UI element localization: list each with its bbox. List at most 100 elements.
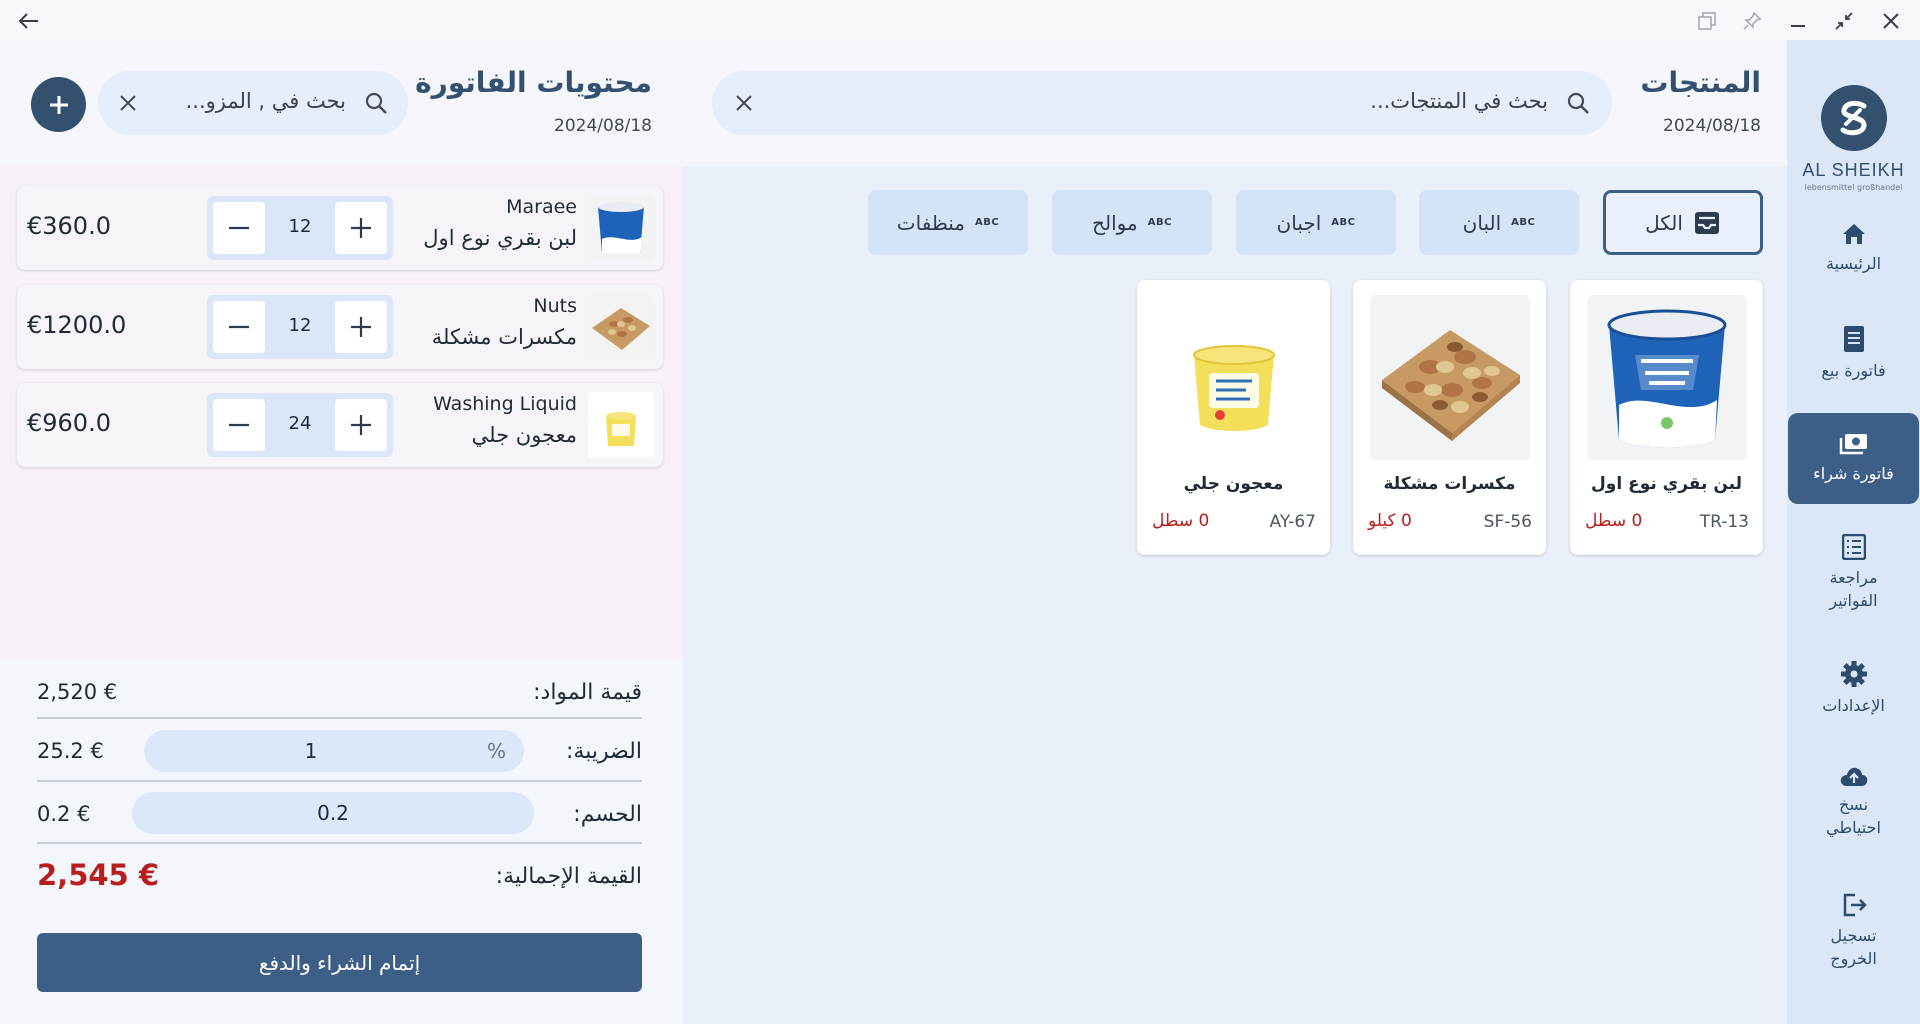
invoice-line-item: €360.0 12 Maraee لبن بقري نوع اول <box>17 186 663 270</box>
increment-button[interactable] <box>335 399 387 451</box>
line-item-thumbnail <box>588 195 654 261</box>
category-chip-dairy[interactable]: ABC البان <box>1419 190 1579 255</box>
pin-icon[interactable] <box>1737 6 1767 36</box>
clear-search-icon[interactable] <box>728 87 760 119</box>
abc-icon: ABC <box>1147 217 1172 228</box>
back-arrow-icon[interactable] <box>14 6 44 36</box>
category-chip-label: موالح <box>1092 210 1138 235</box>
category-chip-cheese[interactable]: ABC اجبان <box>1236 190 1396 255</box>
abc-icon: ABC <box>1331 217 1356 228</box>
search-icon[interactable] <box>1562 87 1594 119</box>
line-item-name-en: Washing Liquid <box>433 393 577 415</box>
products-pane: المنتجات 2024/08/18 بحث في المنتجات... ا… <box>683 40 1787 1024</box>
sidebar-item-logout[interactable]: تسجيل الخروج <box>1787 892 1920 970</box>
sidebar-item-label: فاتورة شراء <box>1813 464 1894 483</box>
sidebar-item-label: الإعدادات <box>1822 696 1885 715</box>
quantity-stepper: 24 <box>207 393 393 457</box>
plus-icon <box>351 415 371 435</box>
materials-value: 2,520 € <box>37 680 118 704</box>
quantity-stepper: 12 <box>207 295 393 359</box>
search-icon[interactable] <box>360 87 392 119</box>
product-card[interactable]: لبن بقري نوع اول TR-13 0 سطل <box>1570 280 1763 555</box>
total-row: القيمة الإجمالية: 2,545 € <box>37 844 642 906</box>
window-titlebar <box>0 0 1920 40</box>
category-chip-cleaners[interactable]: ABC منظفات <box>868 190 1028 255</box>
products-header: المنتجات 2024/08/18 بحث في المنتجات... <box>683 40 1787 166</box>
inbox-icon <box>1694 211 1719 234</box>
decrement-button[interactable] <box>213 202 265 254</box>
tax-value: 25.2 € <box>37 739 104 763</box>
discount-row: الحسم: 0.2 0.2 € <box>37 782 642 844</box>
sidebar-item-backup[interactable]: نسخ احتياطي <box>1787 765 1920 839</box>
sidebar-item-settings[interactable]: الإعدادات <box>1787 660 1920 717</box>
decrement-button[interactable] <box>213 301 265 353</box>
product-image-yogurt <box>1587 295 1747 460</box>
category-chip-label: الكل <box>1645 210 1683 235</box>
minus-icon <box>229 226 249 230</box>
quantity-value[interactable]: 12 <box>265 315 335 336</box>
quantity-value[interactable]: 24 <box>265 413 335 434</box>
sidebar-item-label: نسخ احتياطي <box>1826 795 1881 837</box>
sidebar-item-purchase-invoice[interactable]: فاتورة شراء <box>1788 413 1919 504</box>
list-icon <box>1841 534 1866 560</box>
sidebar-item-label: فاتورة بيع <box>1821 361 1886 380</box>
line-item-name-en: Nuts <box>533 295 577 317</box>
products-search-bar[interactable]: بحث في المنتجات... <box>712 71 1612 135</box>
sidebar-item-sales-invoice[interactable]: فاتورة بيع <box>1787 325 1920 382</box>
invoice-search-input[interactable]: بحث في , المزو... <box>166 89 346 113</box>
window-restore-icon[interactable] <box>1692 6 1722 36</box>
close-icon[interactable] <box>1876 6 1906 36</box>
increment-button[interactable] <box>335 202 387 254</box>
checkout-button[interactable]: إتمام الشراء والدفع <box>37 933 642 992</box>
category-chip-snacks[interactable]: ABC موالح <box>1052 190 1212 255</box>
minimize-icon[interactable] <box>1783 6 1813 36</box>
product-card[interactable]: مكسرات مشكلة SF-56 0 كيلو <box>1353 280 1546 555</box>
line-item-thumbnail <box>588 294 654 360</box>
invoice-line-item: €1200.0 12 Nuts مكسرات مشكلة <box>17 285 663 369</box>
increment-button[interactable] <box>335 301 387 353</box>
compact-icon[interactable] <box>1829 6 1859 36</box>
category-chip-all[interactable]: الكل <box>1603 190 1763 255</box>
logout-icon <box>1843 893 1867 917</box>
category-chip-label: البان <box>1462 210 1502 235</box>
products-date: 2024/08/18 <box>1663 116 1761 136</box>
invoice-search-bar[interactable]: بحث في , المزو... <box>98 71 408 135</box>
discount-input-value: 0.2 <box>317 801 349 825</box>
category-chip-label: منظفات <box>896 210 965 235</box>
sidebar-item-label: الرئيسية <box>1825 254 1882 273</box>
invoice-line-item: €960.0 24 Washing Liquid معجون جلي <box>17 383 663 467</box>
line-item-price: €360.0 <box>27 212 111 240</box>
discount-value: 0.2 € <box>37 802 91 826</box>
clear-search-icon[interactable] <box>112 87 144 119</box>
cash-icon <box>1839 434 1867 455</box>
products-search-input[interactable]: بحث في المنتجات... <box>1048 89 1548 113</box>
product-card[interactable]: معجون جلي AY-67 0 سطل <box>1137 280 1330 555</box>
line-item-name-en: Maraee <box>506 196 577 218</box>
tax-input-value: 1 <box>304 739 318 763</box>
sidebar-item-label: تسجيل الخروج <box>1830 926 1877 968</box>
decrement-button[interactable] <box>213 399 265 451</box>
quantity-value[interactable]: 12 <box>265 216 335 237</box>
invoice-title: محتويات الفاتورة <box>415 66 652 99</box>
sidebar-item-home[interactable]: الرئيسية <box>1787 222 1920 275</box>
tax-input[interactable]: 1 % <box>144 730 524 772</box>
discount-input[interactable]: 0.2 <box>132 792 534 834</box>
plus-icon <box>351 317 371 337</box>
materials-label: قيمة المواد: <box>533 680 642 705</box>
materials-row: قيمة المواد: 2,520 € <box>37 660 642 719</box>
total-label: القيمة الإجمالية: <box>495 864 642 889</box>
line-item-name-ar: لبن بقري نوع اول <box>423 226 577 250</box>
line-item-thumbnail <box>588 392 654 458</box>
line-item-price: €1200.0 <box>27 311 127 339</box>
add-item-button[interactable] <box>31 77 86 132</box>
cloud-upload-icon <box>1840 767 1867 786</box>
logo-mark-icon <box>1820 85 1887 151</box>
line-item-name-ar: معجون جلي <box>471 423 577 447</box>
percent-suffix: % <box>486 739 506 763</box>
sidebar-item-review-invoices[interactable]: مراجعة الفواتير <box>1787 534 1920 612</box>
product-code: TR-13 <box>1699 512 1749 532</box>
home-icon <box>1842 224 1865 244</box>
plus-icon <box>351 218 371 238</box>
brand-subtitle: lebensmittel großhandel <box>1804 183 1903 192</box>
line-item-name-ar: مكسرات مشكلة <box>431 325 577 349</box>
